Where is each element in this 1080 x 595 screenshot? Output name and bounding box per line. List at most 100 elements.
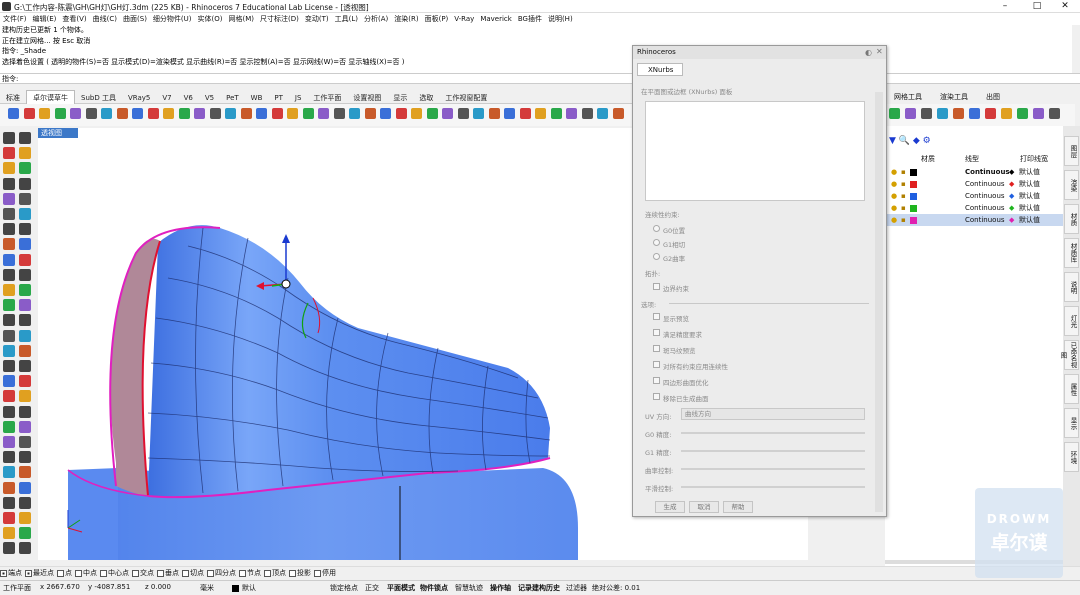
lock-icon[interactable]: ▪ xyxy=(901,190,906,202)
menu-panels[interactable]: 面板(P) xyxy=(422,13,452,25)
toolbar-tool-icon[interactable] xyxy=(1001,108,1012,119)
layer-row[interactable]: ● ▪ Continuous ◆ 默认值 xyxy=(885,190,1063,202)
left-tool-icon[interactable] xyxy=(19,481,31,494)
menu-solid[interactable]: 实体(O) xyxy=(195,13,226,25)
left-tool-icon[interactable] xyxy=(3,192,15,205)
left-tool-icon[interactable] xyxy=(19,284,31,296)
left-tool-icon[interactable] xyxy=(19,436,31,448)
toolbar-tool-icon[interactable] xyxy=(519,108,531,119)
layer-color-swatch[interactable] xyxy=(910,205,917,212)
viewport-label[interactable]: 透视图 xyxy=(38,128,78,138)
left-tool-icon[interactable] xyxy=(3,375,15,388)
left-tool-icon[interactable] xyxy=(19,390,31,403)
menu-transform[interactable]: 变动(T) xyxy=(302,13,332,25)
panel-tab[interactable]: 渲染 xyxy=(1064,170,1079,200)
toolbar-tool-icon[interactable] xyxy=(395,108,407,119)
toolbar-tool-icon[interactable] xyxy=(535,108,546,119)
layer-toolbar-icons[interactable]: ▼ 🔍 ◆ ⚙ xyxy=(889,136,931,146)
left-tool-icon[interactable] xyxy=(19,299,31,312)
maximize-button[interactable]: □ xyxy=(1022,0,1052,13)
tab-display[interactable]: 显示 xyxy=(387,91,413,105)
left-tool-icon[interactable] xyxy=(19,466,31,479)
tab-mesh-tools[interactable]: 网格工具 xyxy=(885,90,931,104)
tab-select[interactable]: 选取 xyxy=(413,91,439,105)
toolbar-tool-icon[interactable] xyxy=(1049,108,1060,119)
panel-close-icon[interactable]: ✕ xyxy=(876,47,883,56)
menu-curve[interactable]: 曲线(C) xyxy=(90,13,120,25)
left-tool-icon[interactable] xyxy=(19,238,31,251)
checkbox-continuity-all[interactable] xyxy=(653,361,660,368)
toolbar-tool-icon[interactable] xyxy=(132,108,143,119)
status-gumball[interactable]: 操作轴 xyxy=(490,583,511,593)
status-plane[interactable]: 工作平面 xyxy=(3,583,31,593)
left-tool-icon[interactable] xyxy=(19,527,31,540)
toolbar-tool-icon[interactable] xyxy=(318,108,329,119)
left-tool-icon[interactable] xyxy=(3,314,15,327)
toolbar-tool-icon[interactable] xyxy=(240,108,252,119)
layer-color-swatch[interactable] xyxy=(910,169,917,176)
menu-file[interactable]: 文件(F) xyxy=(0,13,30,25)
minimize-button[interactable]: – xyxy=(990,0,1020,13)
left-tool-icon[interactable] xyxy=(3,208,15,220)
slider-g1[interactable] xyxy=(681,450,865,452)
close-button[interactable]: ✕ xyxy=(1050,0,1080,13)
osnap-option[interactable]: 点 xyxy=(57,567,72,579)
panel-tab[interactable]: 灯光 xyxy=(1064,306,1079,336)
status-filter[interactable]: 过滤器 xyxy=(566,583,587,593)
left-tool-icon[interactable] xyxy=(3,329,15,342)
slider-smooth[interactable] xyxy=(681,486,865,488)
checkbox-show-preview[interactable] xyxy=(653,313,660,320)
status-layer[interactable]: 默认 xyxy=(242,583,256,593)
left-tool-icon[interactable] xyxy=(19,132,31,144)
panel-pin-icon[interactable]: ◐ xyxy=(865,48,872,57)
toolbar-tool-icon[interactable] xyxy=(23,108,35,119)
lightbulb-icon[interactable]: ● xyxy=(891,178,897,190)
layer-color-swatch[interactable] xyxy=(910,217,917,224)
menu-vray[interactable]: V-Ray xyxy=(451,13,477,25)
menu-mesh[interactable]: 网格(M) xyxy=(226,13,258,25)
checkbox-quad-optimize[interactable] xyxy=(653,377,660,384)
left-tool-icon[interactable] xyxy=(3,405,15,418)
status-grid-snap[interactable]: 锁定格点 xyxy=(330,583,358,593)
osnap-option[interactable]: 最近点 xyxy=(25,567,54,579)
checkbox-boundary[interactable] xyxy=(653,283,660,290)
toolbar-tool-icon[interactable] xyxy=(1017,108,1028,119)
left-tool-icon[interactable] xyxy=(19,420,31,433)
osnap-option[interactable]: 顶点 xyxy=(264,567,286,579)
toolbar-tool-icon[interactable] xyxy=(612,108,624,119)
curve-list-box[interactable] xyxy=(645,101,865,201)
osnap-option[interactable]: 四分点 xyxy=(207,567,236,579)
menu-subd[interactable]: 细分物件(U) xyxy=(150,13,195,25)
panel-tab[interactable]: 图层 xyxy=(1064,136,1079,166)
layer-row[interactable]: ● ▪ Continuous ◆ 默认值 xyxy=(885,202,1063,214)
menu-analyze[interactable]: 分析(A) xyxy=(361,13,391,25)
left-tool-icon[interactable] xyxy=(3,542,15,555)
left-tool-icon[interactable] xyxy=(19,344,31,357)
status-ortho[interactable]: 正交 xyxy=(365,583,379,593)
toolbar-tool-icon[interactable] xyxy=(225,108,236,119)
left-tool-icon[interactable] xyxy=(3,436,15,448)
toolbar-tool-icon[interactable] xyxy=(953,108,964,119)
toolbar-tool-icon[interactable] xyxy=(349,108,360,119)
menu-surface[interactable]: 曲面(S) xyxy=(120,13,150,25)
help-button[interactable]: 帮助 xyxy=(723,501,753,513)
toolbar-tool-icon[interactable] xyxy=(1033,108,1044,119)
left-tool-icon[interactable] xyxy=(19,451,31,464)
lightbulb-icon[interactable]: ● xyxy=(891,202,897,214)
left-tool-icon[interactable] xyxy=(3,527,15,540)
toolbar-tool-icon[interactable] xyxy=(504,108,515,119)
left-tool-icon[interactable] xyxy=(19,147,31,160)
left-tool-icon[interactable] xyxy=(3,420,15,433)
left-tool-icon[interactable] xyxy=(3,466,15,479)
checkbox-tolerance[interactable] xyxy=(653,329,660,336)
left-tool-icon[interactable] xyxy=(3,451,15,464)
toolbar-tool-icon[interactable] xyxy=(380,108,391,119)
toolbar-tool-icon[interactable] xyxy=(85,108,97,119)
osnap-option[interactable]: 切点 xyxy=(182,567,204,579)
left-tool-icon[interactable] xyxy=(19,375,31,388)
checkbox-remove-surface[interactable] xyxy=(653,393,660,400)
left-tool-icon[interactable] xyxy=(3,253,15,266)
left-tool-icon[interactable] xyxy=(19,208,31,220)
panel-scrollbar[interactable] xyxy=(875,92,883,512)
toolbar-tool-icon[interactable] xyxy=(333,108,345,119)
